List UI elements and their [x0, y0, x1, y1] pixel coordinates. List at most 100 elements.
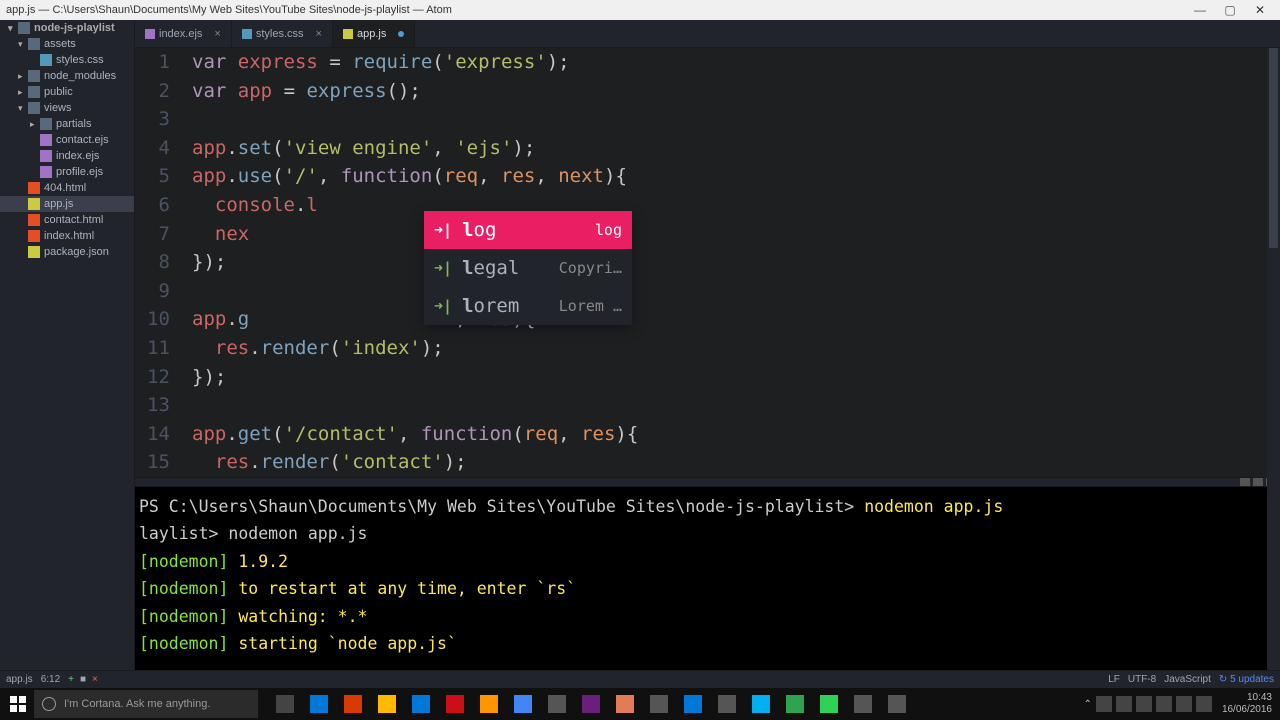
- file-icon: [242, 29, 252, 39]
- tray-icon[interactable]: [1116, 696, 1132, 712]
- tab-app.js[interactable]: app.js: [333, 20, 415, 47]
- tree-item-profile.ejs[interactable]: profile.ejs: [0, 164, 134, 180]
- tree-item-node_modules[interactable]: ▸node_modules: [0, 68, 134, 84]
- tree-label: node_modules: [44, 70, 116, 82]
- js-icon: [28, 198, 40, 210]
- taskbar-app[interactable]: [438, 688, 472, 720]
- autocomplete-hint: log: [595, 216, 622, 245]
- tray-icon[interactable]: [1156, 696, 1172, 712]
- taskbar-app[interactable]: [608, 688, 642, 720]
- tray-icon[interactable]: [1136, 696, 1152, 712]
- tree-label: app.js: [44, 198, 73, 210]
- close-button[interactable]: ✕: [1246, 1, 1274, 19]
- tree-item-views[interactable]: ▾ views: [0, 100, 134, 116]
- start-button[interactable]: [2, 688, 34, 720]
- tree-item-assets[interactable]: ▾assets: [0, 36, 134, 52]
- panel-icon[interactable]: [1240, 478, 1250, 486]
- autocomplete-hint: Lorem …: [559, 292, 622, 321]
- project-name: node-js-playlist: [34, 22, 115, 34]
- editor-scrollbar[interactable]: [1267, 48, 1280, 670]
- tree-label: partials: [56, 118, 91, 130]
- taskbar-app[interactable]: [472, 688, 506, 720]
- autocomplete-item[interactable]: ➜| loremLorem …: [424, 287, 632, 325]
- modified-dot-icon: [398, 31, 404, 37]
- tab-close-icon[interactable]: ×: [316, 28, 322, 40]
- tab-index.ejs[interactable]: index.ejs×: [135, 20, 232, 47]
- taskbar-app[interactable]: [642, 688, 676, 720]
- tree-label: views: [44, 102, 72, 114]
- tree-item-404.html[interactable]: 404.html: [0, 180, 134, 196]
- system-tray[interactable]: ⌃ 10:43 16/06/2016: [1084, 692, 1278, 716]
- taskbar-app[interactable]: [710, 688, 744, 720]
- tree-label: assets: [44, 38, 76, 50]
- tray-chevron-icon[interactable]: ⌃: [1084, 699, 1092, 710]
- chevron-icon: ▾: [18, 103, 28, 114]
- taskbar-app[interactable]: [744, 688, 778, 720]
- cursor-position[interactable]: 6:12: [41, 674, 60, 685]
- tree-item-contact.ejs[interactable]: contact.ejs: [0, 132, 134, 148]
- taskbar-app[interactable]: [574, 688, 608, 720]
- tree-item-contact.html[interactable]: contact.html: [0, 212, 134, 228]
- tray-icon[interactable]: [1096, 696, 1112, 712]
- window-controls: — ▢ ✕: [1186, 1, 1274, 19]
- file-icon: [145, 29, 155, 39]
- chevron-icon: ▸: [30, 119, 40, 130]
- taskbar-app[interactable]: [404, 688, 438, 720]
- html-icon: [28, 182, 40, 194]
- tab-bar: index.ejs×styles.css×app.js: [135, 20, 1280, 48]
- tree-item-index.ejs[interactable]: index.ejs: [0, 148, 134, 164]
- tree-item-app.js[interactable]: app.js: [0, 196, 134, 212]
- tree-item-partials[interactable]: ▸ partials: [0, 116, 134, 132]
- panel-icon[interactable]: [1253, 478, 1263, 486]
- tree-item-index.html[interactable]: index.html: [0, 228, 134, 244]
- taskbar-app[interactable]: [268, 688, 302, 720]
- language-mode[interactable]: JavaScript: [1164, 674, 1211, 685]
- titlebar: app.js — C:\Users\Shaun\Documents\My Web…: [0, 0, 1280, 20]
- taskbar-app[interactable]: [880, 688, 914, 720]
- autocomplete-item[interactable]: ➜|legalCopyri…: [424, 249, 632, 287]
- taskbar-app[interactable]: [778, 688, 812, 720]
- minimize-button[interactable]: —: [1186, 1, 1214, 19]
- updates-badge[interactable]: ↻ 5 updates: [1219, 674, 1274, 685]
- tray-icon[interactable]: [1176, 696, 1192, 712]
- tab-close-icon[interactable]: ×: [214, 28, 220, 40]
- maximize-button[interactable]: ▢: [1216, 1, 1244, 19]
- folder-icon: [28, 86, 40, 98]
- tree-item-styles.css[interactable]: styles.css: [0, 52, 134, 68]
- status-file[interactable]: app.js: [6, 674, 33, 685]
- autocomplete-item[interactable]: ➜|loglog: [424, 211, 632, 249]
- tree-label: index.html: [44, 230, 94, 242]
- taskbar-clock[interactable]: 10:43 16/06/2016: [1216, 692, 1272, 716]
- taskbar-app[interactable]: [846, 688, 880, 720]
- encoding[interactable]: UTF-8: [1128, 674, 1156, 685]
- taskbar-app[interactable]: [336, 688, 370, 720]
- taskbar-app[interactable]: [812, 688, 846, 720]
- taskbar-app[interactable]: [540, 688, 574, 720]
- ejs-icon: [40, 166, 52, 178]
- project-root[interactable]: ▾ node-js-playlist: [0, 20, 134, 36]
- autocomplete-popup[interactable]: ➜|loglog➜|legalCopyri…➜|loremLorem …: [424, 211, 632, 325]
- tree-item-package.json[interactable]: package.json: [0, 244, 134, 260]
- code-area[interactable]: var express = require('express'); var ap…: [180, 48, 1280, 477]
- folder-icon: [28, 38, 40, 50]
- chevron-down-icon: ▾: [8, 23, 18, 34]
- git-status[interactable]: + ■ ×: [68, 674, 98, 685]
- file-tree[interactable]: ▾ node-js-playlist ▾assetsstyles.css▸nod…: [0, 20, 135, 670]
- line-ending[interactable]: LF: [1108, 674, 1120, 685]
- tab-styles.css[interactable]: styles.css×: [232, 20, 333, 47]
- folder-icon: [28, 102, 40, 114]
- taskbar-app[interactable]: [302, 688, 336, 720]
- cortana-search[interactable]: I'm Cortana. Ask me anything.: [34, 690, 258, 718]
- taskbar-app[interactable]: [506, 688, 540, 720]
- taskbar-app[interactable]: [370, 688, 404, 720]
- autocomplete-label: lorem: [462, 292, 559, 321]
- panel-resize-bar[interactable]: [135, 477, 1280, 487]
- taskbar-app[interactable]: [676, 688, 710, 720]
- terminal-panel[interactable]: PS C:\Users\Shaun\Documents\My Web Sites…: [135, 487, 1280, 670]
- snippet-icon: ➜|: [434, 292, 452, 321]
- tree-item-public[interactable]: ▸public: [0, 84, 134, 100]
- window-title: app.js — C:\Users\Shaun\Documents\My Web…: [6, 4, 452, 16]
- snippet-icon: ➜|: [434, 216, 452, 245]
- chevron-icon: ▸: [18, 87, 28, 98]
- tray-icon[interactable]: [1196, 696, 1212, 712]
